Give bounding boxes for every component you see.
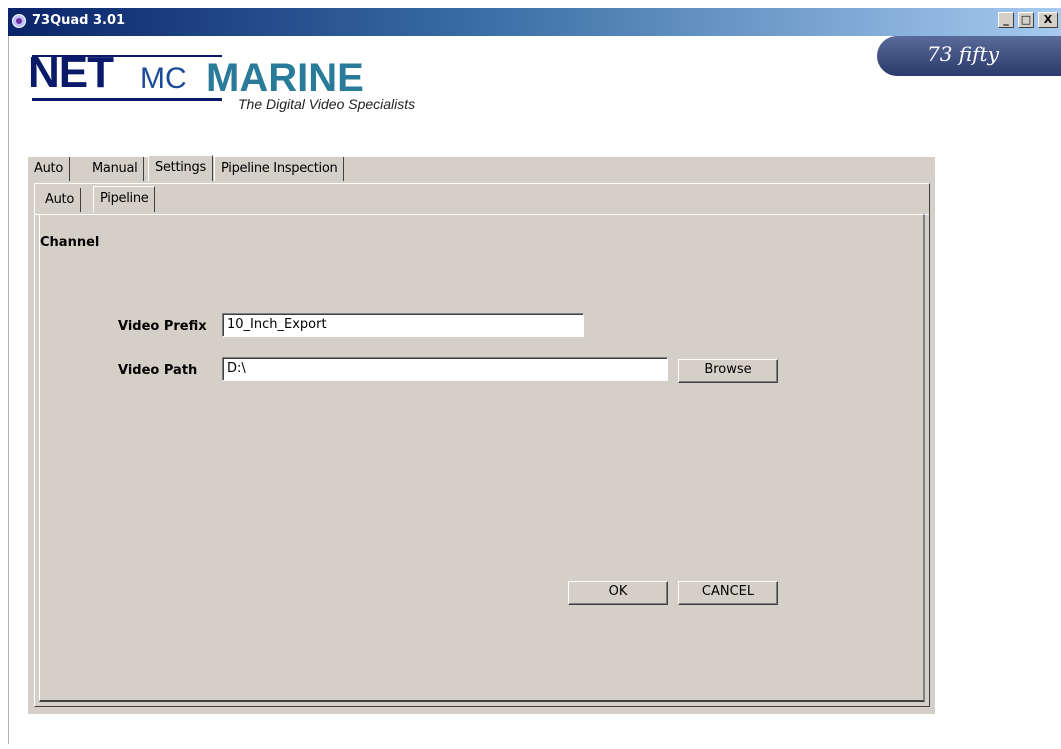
tab-settings[interactable]: Settings	[148, 155, 213, 181]
logo-marine-text: MARINE	[206, 56, 364, 100]
logo-tagline: The Digital Video Specialists	[238, 96, 416, 112]
tab-manual[interactable]: Manual	[86, 157, 145, 181]
video-prefix-label: Video Prefix	[118, 319, 207, 334]
minimize-button[interactable]: _	[998, 12, 1014, 28]
subtab-pipeline[interactable]: Pipeline	[93, 186, 156, 212]
brand-badge-text: 73 fifty	[927, 42, 999, 66]
subtab-auto[interactable]: Auto	[39, 188, 81, 212]
maximize-button[interactable]: □	[1018, 12, 1034, 28]
logo-rule-bottom	[32, 98, 222, 101]
netmc-marine-logo: NET MC MARINE The Digital Video Speciali…	[28, 48, 468, 120]
brand-badge: 73 fifty	[877, 36, 1061, 76]
logo-mc-text: MC	[140, 62, 187, 95]
ok-button[interactable]: OK	[568, 581, 668, 605]
video-path-label: Video Path	[118, 363, 198, 378]
video-path-field[interactable]: D:\	[222, 357, 668, 381]
browse-button[interactable]: Browse	[678, 359, 778, 383]
window-title: 73Quad 3.01	[32, 13, 126, 28]
channel-label: Channel	[40, 235, 100, 250]
pipeline-settings-content: Channel Video Prefix 10_Inch_Export Vide…	[39, 214, 925, 702]
title-bar[interactable]: 73Quad 3.01 _ □ X	[8, 8, 1061, 36]
cancel-button[interactable]: CANCEL	[678, 581, 778, 605]
video-prefix-field[interactable]: 10_Inch_Export	[222, 313, 584, 337]
inner-tab-strip: Auto Pipeline	[35, 186, 929, 215]
app-icon[interactable]	[12, 14, 26, 28]
settings-panel: Auto Pipeline Channel Video Prefix 10_In…	[34, 183, 930, 707]
close-button[interactable]: X	[1038, 12, 1058, 28]
tab-auto[interactable]: Auto	[28, 157, 70, 181]
tab-pipeline-inspection[interactable]: Pipeline Inspection	[214, 157, 345, 181]
logo-net-text: NET	[28, 48, 114, 97]
